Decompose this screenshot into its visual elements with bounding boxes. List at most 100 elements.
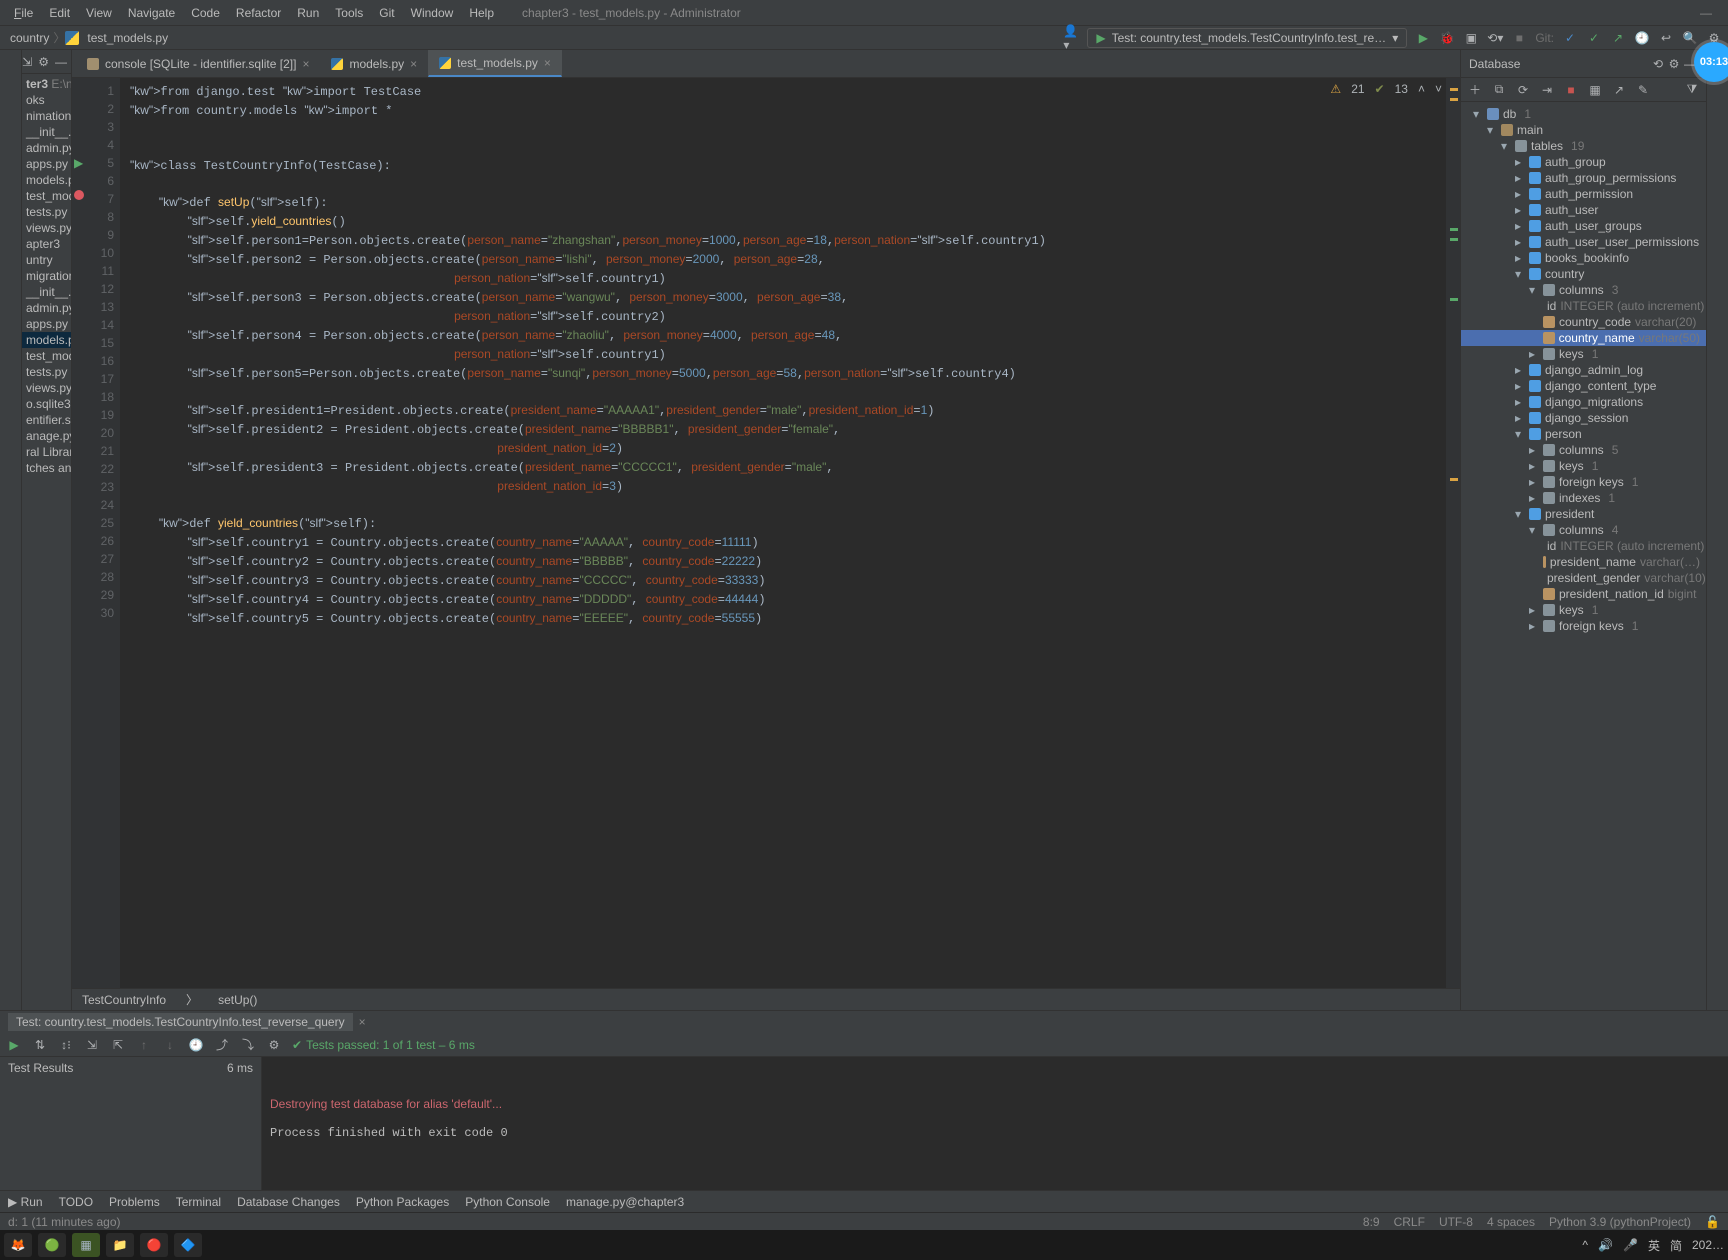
tray-item[interactable]: 简 [1670, 1237, 1682, 1254]
project-item[interactable]: nimations [22, 108, 71, 124]
test-tree-root[interactable]: Test Results [8, 1061, 73, 1075]
project-item[interactable]: o.sqlite3 [22, 396, 71, 412]
db-tables-folder[interactable]: tables 19 [1461, 138, 1706, 154]
python-interpreter[interactable]: Python 3.9 (pythonProject) [1549, 1215, 1691, 1229]
test-tree[interactable]: Test Results6 ms [0, 1057, 262, 1190]
project-hide-icon[interactable]: — [55, 54, 67, 70]
db-table[interactable]: django_admin_log [1461, 362, 1706, 378]
db-column[interactable]: country_code varchar(20) [1461, 314, 1706, 330]
db-query-icon[interactable]: ✎ [1635, 82, 1651, 98]
next-highlight-icon[interactable]: ˅ [1435, 82, 1442, 96]
db-keys-folder[interactable]: keys 1 [1461, 346, 1706, 362]
git-commit-icon[interactable]: ✓ [1586, 30, 1602, 46]
db-table-country[interactable]: country [1461, 266, 1706, 282]
project-item[interactable]: apter3 [22, 236, 71, 252]
menu-navigate[interactable]: Navigate [120, 6, 183, 20]
db-tx-icon[interactable]: ⇥ [1539, 82, 1555, 98]
db-column[interactable]: id INTEGER (auto increment) [1461, 538, 1706, 554]
bottom-tab-python-packages[interactable]: Python Packages [356, 1195, 449, 1209]
taskbar-explorer[interactable]: 📁 [106, 1233, 134, 1257]
db-table-person[interactable]: person [1461, 426, 1706, 442]
search-everywhere-icon[interactable]: 🔍 [1682, 30, 1698, 46]
debug-button[interactable]: 🐞 [1439, 30, 1455, 46]
bottom-tab-terminal[interactable]: Terminal [176, 1195, 221, 1209]
gutter-run-icon[interactable]: ▶ [74, 154, 83, 172]
stop-button[interactable]: ■ [1511, 30, 1527, 46]
rerun-button[interactable]: ▶ [6, 1037, 22, 1053]
db-idx-folder[interactable]: indexes 1 [1461, 490, 1706, 506]
db-table[interactable]: auth_user_user_permissions [1461, 234, 1706, 250]
project-item[interactable]: __init__.py [22, 124, 71, 140]
project-item[interactable]: admin.py [22, 140, 71, 156]
project-item[interactable]: apps.py [22, 316, 71, 332]
tray-item[interactable]: 202… [1692, 1238, 1724, 1252]
run-console[interactable]: Destroying test database for alias 'defa… [262, 1057, 1728, 1190]
project-item[interactable]: tests.py [22, 204, 71, 220]
project-item[interactable]: migrations [22, 268, 71, 284]
db-table[interactable]: auth_group_permissions [1461, 170, 1706, 186]
run-configuration-select[interactable]: ▶ Test: country.test_models.TestCountryI… [1087, 28, 1407, 48]
project-item[interactable]: anage.py [22, 428, 71, 444]
database-settings-icon[interactable]: ⚙ [1666, 56, 1682, 72]
project-item[interactable]: entifier.sqlite [22, 412, 71, 428]
project-item[interactable]: views.py [22, 380, 71, 396]
menu-code[interactable]: Code [183, 6, 228, 20]
collapse-all-button[interactable]: ⇱ [110, 1037, 126, 1053]
breadcrumb-file[interactable]: test_models.py [83, 31, 172, 45]
close-icon[interactable]: × [302, 57, 309, 71]
project-tree[interactable]: ter3 E:\net22059\chapter3 oksnimations__… [22, 74, 71, 478]
bottom-tab-run[interactable]: ▶ Run [8, 1195, 43, 1209]
bottom-tab-problems[interactable]: Problems [109, 1195, 160, 1209]
error-stripe[interactable] [1446, 78, 1460, 988]
db-stop-icon[interactable]: ■ [1563, 82, 1579, 98]
indent-setting[interactable]: 4 spaces [1487, 1215, 1535, 1229]
left-tool-strip[interactable] [0, 50, 22, 1010]
gutter-marker-icon[interactable] [74, 190, 84, 200]
taskbar-chrome[interactable]: 🔴 [140, 1233, 168, 1257]
db-fk-folder[interactable]: foreign kevs 1 [1461, 618, 1706, 634]
db-table[interactable]: auth_user_groups [1461, 218, 1706, 234]
db-schema[interactable]: main [1461, 122, 1706, 138]
db-filter-icon[interactable]: ⧩ [1684, 82, 1700, 98]
menu-edit[interactable]: Edit [41, 6, 78, 20]
code-editor[interactable]: "kw">from django.test "kw">import TestCa… [120, 78, 1460, 988]
test-history-button[interactable]: 🕘 [188, 1037, 204, 1053]
project-item[interactable]: models.py [22, 332, 71, 348]
db-table-icon[interactable]: ▦ [1587, 82, 1603, 98]
project-item[interactable]: admin.py [22, 300, 71, 316]
taskbar-pycharm[interactable]: ▦ [72, 1233, 100, 1257]
line-separator[interactable]: CRLF [1394, 1215, 1425, 1229]
db-table-president[interactable]: president [1461, 506, 1706, 522]
project-item[interactable]: test_models.py [22, 348, 71, 364]
git-update-icon[interactable]: ✓ [1562, 30, 1578, 46]
test-settings-button[interactable]: ⚙ [266, 1037, 282, 1053]
db-duplicate-icon[interactable]: ⧉ [1491, 82, 1507, 98]
editor-tab[interactable]: console [SQLite - identifier.sqlite [2]]… [76, 51, 320, 77]
sort-button[interactable]: ↕⁝ [58, 1037, 74, 1053]
db-jump-icon[interactable]: ↗ [1611, 82, 1627, 98]
readonly-lock-icon[interactable]: 🔓 [1705, 1215, 1720, 1229]
caret-position[interactable]: 8:9 [1363, 1215, 1380, 1229]
db-keys-folder[interactable]: keys 1 [1461, 602, 1706, 618]
project-settings-icon[interactable]: ⚙ [38, 54, 49, 70]
bottom-tab-manage-py-chapter-[interactable]: manage.py@chapter3 [566, 1195, 684, 1209]
db-table[interactable]: books_bookinfo [1461, 250, 1706, 266]
run-with-coverage-button[interactable]: ▣ [1463, 30, 1479, 46]
import-tests-button[interactable]: ⤴ [214, 1037, 230, 1053]
db-table[interactable]: auth_permission [1461, 186, 1706, 202]
project-item[interactable]: views.py [22, 220, 71, 236]
menu-run[interactable]: Run [289, 6, 327, 20]
db-add-icon[interactable]: ＋ [1467, 82, 1483, 98]
close-icon[interactable]: × [544, 56, 551, 70]
taskbar-firefox[interactable]: 🦊 [4, 1233, 32, 1257]
menu-git[interactable]: Git [371, 6, 402, 20]
project-item[interactable]: untry [22, 252, 71, 268]
right-tool-strip[interactable] [1706, 50, 1728, 1010]
menu-help[interactable]: Help [461, 6, 502, 20]
menu-file[interactable]: File [6, 6, 41, 20]
editor-tab[interactable]: models.py× [320, 51, 428, 77]
db-table[interactable]: django_migrations [1461, 394, 1706, 410]
menu-window[interactable]: Window [403, 6, 462, 20]
run-button[interactable]: ▶ [1415, 30, 1431, 46]
git-rollback-icon[interactable]: ↩ [1658, 30, 1674, 46]
